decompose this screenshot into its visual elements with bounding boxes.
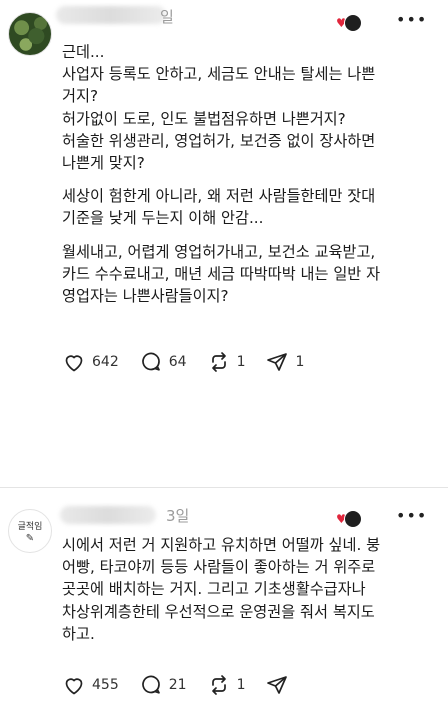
comment-icon (141, 675, 160, 694)
share-button[interactable]: 1 (265, 350, 304, 374)
post-actions: 455 21 1 (62, 673, 309, 697)
pen-icon: ✎ (25, 532, 35, 544)
paragraph: 시에서 저런 거 지원하고 유치하면 어떨까 싶네. 붕 어빵, 타코야끼 등등… (62, 536, 381, 643)
more-icon[interactable]: ••• (396, 506, 427, 525)
repost-button[interactable]: 1 (207, 673, 246, 697)
post-body: 근데... 사업자 등록도 안하고, 세금도 안내는 탈세는 나쁜 거지? 허가… (62, 41, 412, 307)
more-icon[interactable]: ••• (396, 10, 427, 29)
like-button[interactable]: 642 (62, 350, 119, 374)
post-time: 일 (160, 8, 174, 26)
comment-button[interactable]: 21 (139, 673, 187, 697)
username-redacted[interactable] (60, 506, 156, 524)
share-button[interactable] (265, 673, 289, 697)
user-avatar[interactable]: 글적임 ✎ (8, 509, 52, 553)
share-count: 1 (295, 354, 305, 370)
user-avatar[interactable] (8, 12, 52, 56)
heart-icon (65, 678, 83, 695)
repost-count: 1 (236, 354, 246, 370)
comment-icon (141, 352, 160, 371)
comment-count: 64 (168, 354, 187, 370)
heart-icon (65, 355, 83, 372)
liked-by-author-badge: ♥ (336, 14, 362, 32)
author-mini-avatar (344, 510, 362, 528)
avatar-label: 글적임 (17, 521, 43, 532)
post-time: 3일 (166, 507, 190, 525)
post-divider (0, 487, 448, 488)
repost-icon (211, 352, 226, 372)
author-mini-avatar (344, 14, 362, 32)
paragraph: 근데... 사업자 등록도 안하고, 세금도 안내는 탈세는 나쁜 거지? 허가… (62, 43, 376, 173)
comment-count: 21 (168, 677, 187, 693)
repost-icon (211, 675, 226, 695)
username-redacted[interactable] (56, 6, 166, 24)
post-actions: 642 64 1 1 (62, 350, 324, 374)
comment-button[interactable]: 64 (139, 350, 187, 374)
repost-count: 1 (236, 677, 246, 693)
paragraph: 세상이 험한게 아니라, 왜 저런 사람들한테만 잣대 기준을 낮게 두는지 이… (62, 187, 376, 228)
share-icon (267, 676, 288, 694)
repost-button[interactable]: 1 (207, 350, 246, 374)
like-count: 642 (92, 354, 119, 370)
liked-by-author-badge: ♥ (336, 510, 362, 528)
like-button[interactable]: 455 (62, 673, 119, 697)
post-body: 시에서 저런 거 지원하고 유치하면 어떨까 싶네. 붕 어빵, 타코야끼 등등… (62, 534, 412, 645)
share-icon (267, 353, 288, 371)
like-count: 455 (92, 677, 119, 693)
paragraph: 월세내고, 어렵게 영업허가내고, 보건소 교육받고, 카드 수수료내고, 매년… (62, 242, 381, 306)
